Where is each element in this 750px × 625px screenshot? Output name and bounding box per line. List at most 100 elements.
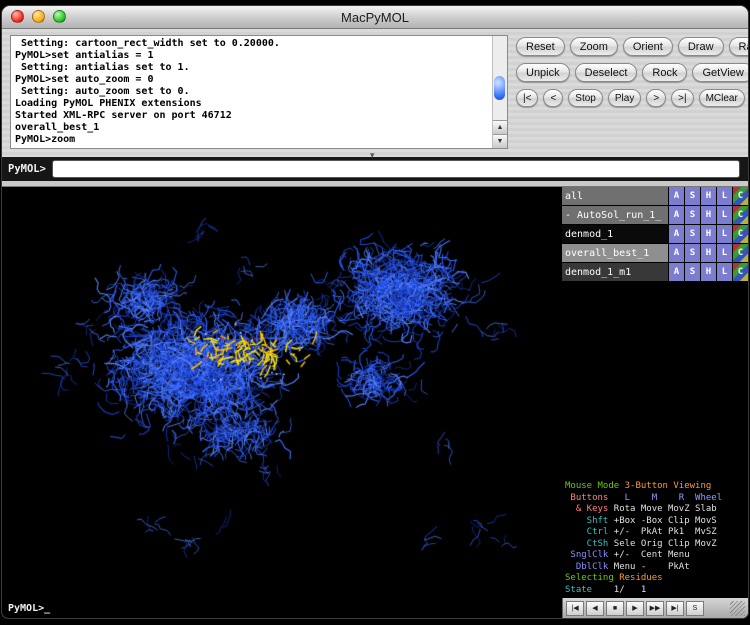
movie-controls: |◀◀■▶▶▶▶|S bbox=[562, 598, 748, 618]
unpick-button[interactable]: Unpick bbox=[516, 63, 570, 82]
object-l-button[interactable]: L bbox=[717, 263, 732, 281]
mouse-panel-line[interactable]: CtSh Sele Orig Clip MovZ bbox=[565, 539, 745, 551]
object-a-button[interactable]: A bbox=[669, 263, 684, 281]
object-a-button[interactable]: A bbox=[669, 206, 684, 224]
mouse-panel-line[interactable]: Shft +Box -Box Clip MovS bbox=[565, 516, 745, 528]
scroll-up-button[interactable]: ▲ bbox=[493, 120, 507, 134]
splitter-grip-icon[interactable]: ▾ bbox=[370, 151, 375, 159]
movie-rewind-button[interactable]: |◀ bbox=[566, 601, 584, 616]
object-h-button[interactable]: H bbox=[701, 225, 716, 243]
object-h-button[interactable]: H bbox=[701, 244, 716, 262]
object-a-button[interactable]: A bbox=[669, 225, 684, 243]
object-c-button[interactable]: C bbox=[733, 244, 748, 262]
ray-button[interactable]: Ray bbox=[729, 37, 748, 56]
window-controls bbox=[11, 10, 66, 23]
mouse-panel-text: DblClk bbox=[565, 562, 608, 572]
object-s-button[interactable]: S bbox=[685, 206, 700, 224]
title-bar[interactable]: MacPyMOL bbox=[2, 6, 748, 29]
object-c-button[interactable]: C bbox=[733, 206, 748, 224]
object-name[interactable]: - AutoSol_run_1_ bbox=[562, 206, 668, 224]
mouse-panel-text: CtSh bbox=[565, 539, 608, 549]
object-c-button[interactable]: C bbox=[733, 187, 748, 205]
main-area: allASHLC- AutoSol_run_1_ASHLCdenmod_1ASH… bbox=[2, 186, 748, 598]
zoom-button[interactable]: Zoom bbox=[570, 37, 618, 56]
pymol-prompt-label: PyMOL> bbox=[8, 163, 46, 175]
object-name[interactable]: overall_best_1 bbox=[562, 244, 668, 262]
draw-button[interactable]: Draw bbox=[678, 37, 724, 56]
scroll-down-button[interactable]: ▼ bbox=[493, 134, 507, 148]
console-log[interactable]: Setting: cartoon_rect_width set to 0.200… bbox=[10, 35, 508, 149]
mouse-panel-text: L M R Wheel bbox=[608, 493, 722, 503]
movie-stop-button[interactable]: ■ bbox=[606, 601, 624, 616]
mouse-panel-text: 1/ 1 bbox=[598, 585, 647, 595]
mouse-panel-text: & Keys bbox=[565, 504, 608, 514]
object-a-button[interactable]: A bbox=[669, 187, 684, 205]
mouse-panel-text: +Box -Box Clip MovS bbox=[608, 516, 716, 526]
control-button-panel: ResetZoomOrientDrawRayUnpickDeselectRock… bbox=[516, 37, 742, 114]
minimize-button[interactable] bbox=[32, 10, 45, 23]
getview-button[interactable]: GetView bbox=[692, 63, 748, 82]
mouse-panel-text: Residues bbox=[619, 573, 662, 583]
object-name[interactable]: denmod_1 bbox=[562, 225, 668, 243]
object-name[interactable]: all bbox=[562, 187, 668, 205]
object-row: denmod_1_m1ASHLC bbox=[562, 263, 748, 281]
movie-forward-button[interactable]: ▶▶ bbox=[646, 601, 664, 616]
object-c-button[interactable]: C bbox=[733, 225, 748, 243]
object-l-button[interactable]: L bbox=[717, 206, 732, 224]
console-scrollbar[interactable]: ▲ ▼ bbox=[492, 36, 507, 148]
mouse-panel-line[interactable]: DblClk Menu - PkAt bbox=[565, 562, 745, 574]
command-input[interactable] bbox=[52, 160, 740, 178]
mclear-button[interactable]: MClear bbox=[699, 89, 745, 107]
object-a-button[interactable]: A bbox=[669, 244, 684, 262]
object-l-button[interactable]: L bbox=[717, 187, 732, 205]
window-title: MacPyMOL bbox=[2, 10, 748, 25]
mouse-panel-line[interactable]: Buttons L M R Wheel bbox=[565, 493, 745, 505]
nav2-5-button[interactable]: >| bbox=[671, 89, 693, 107]
play-button[interactable]: Play bbox=[608, 89, 641, 107]
mouse-panel-line[interactable]: State 1/ 1 bbox=[565, 585, 745, 597]
object-name[interactable]: denmod_1_m1 bbox=[562, 263, 668, 281]
reset-button[interactable]: Reset bbox=[516, 37, 565, 56]
object-row: allASHLC bbox=[562, 187, 748, 205]
object-h-button[interactable]: H bbox=[701, 206, 716, 224]
close-button[interactable] bbox=[11, 10, 24, 23]
object-row: - AutoSol_run_1_ASHLC bbox=[562, 206, 748, 224]
movie-s-button[interactable]: S bbox=[686, 601, 704, 616]
object-l-button[interactable]: L bbox=[717, 225, 732, 243]
mouse-panel-line[interactable]: SnglClk +/- Cent Menu bbox=[565, 550, 745, 562]
movie-play-button[interactable]: ▶ bbox=[626, 601, 644, 616]
viewport-3d[interactable] bbox=[2, 187, 562, 598]
object-s-button[interactable]: S bbox=[685, 263, 700, 281]
object-s-button[interactable]: S bbox=[685, 225, 700, 243]
nav2-4-button[interactable]: > bbox=[646, 89, 666, 107]
deselect-button[interactable]: Deselect bbox=[575, 63, 638, 82]
control-row: ResetZoomOrientDrawRay bbox=[516, 37, 742, 56]
object-l-button[interactable]: L bbox=[717, 244, 732, 262]
object-s-button[interactable]: S bbox=[685, 187, 700, 205]
status-prompt[interactable]: PyMOL>_ bbox=[2, 598, 562, 618]
movie-back-button[interactable]: ◀ bbox=[586, 601, 604, 616]
mouse-panel-line[interactable]: Ctrl +/- PkAt Pk1 MvSZ bbox=[565, 527, 745, 539]
zoom-window-button[interactable] bbox=[53, 10, 66, 23]
resize-grip-icon[interactable] bbox=[730, 601, 745, 616]
upper-panel: Setting: cartoon_rect_width set to 0.200… bbox=[2, 29, 748, 157]
orient-button[interactable]: Orient bbox=[623, 37, 673, 56]
mouse-panel-text: 3-Button Viewing bbox=[625, 481, 712, 491]
mouse-panel-line[interactable]: & Keys Rota Move MovZ Slab bbox=[565, 504, 745, 516]
object-c-button[interactable]: C bbox=[733, 263, 748, 281]
mouse-panel-line[interactable]: Mouse Mode 3-Button Viewing bbox=[565, 481, 745, 493]
stop-button[interactable]: Stop bbox=[568, 89, 603, 107]
rock-button[interactable]: Rock bbox=[642, 63, 687, 82]
nav2-1-button[interactable]: < bbox=[543, 89, 563, 107]
object-row: denmod_1ASHLC bbox=[562, 225, 748, 243]
mouse-panel-line[interactable]: Selecting Residues bbox=[565, 573, 745, 585]
movie-end-button[interactable]: ▶| bbox=[666, 601, 684, 616]
scrollbar-thumb[interactable] bbox=[494, 76, 505, 100]
status-prompt-text: PyMOL>_ bbox=[8, 603, 50, 614]
nav2-0-button[interactable]: |< bbox=[516, 89, 538, 107]
object-h-button[interactable]: H bbox=[701, 263, 716, 281]
mouse-panel-text: Buttons bbox=[565, 493, 608, 503]
mouse-mode-panel: Mouse Mode 3-Button Viewing Buttons L M … bbox=[562, 480, 748, 598]
object-h-button[interactable]: H bbox=[701, 187, 716, 205]
object-s-button[interactable]: S bbox=[685, 244, 700, 262]
